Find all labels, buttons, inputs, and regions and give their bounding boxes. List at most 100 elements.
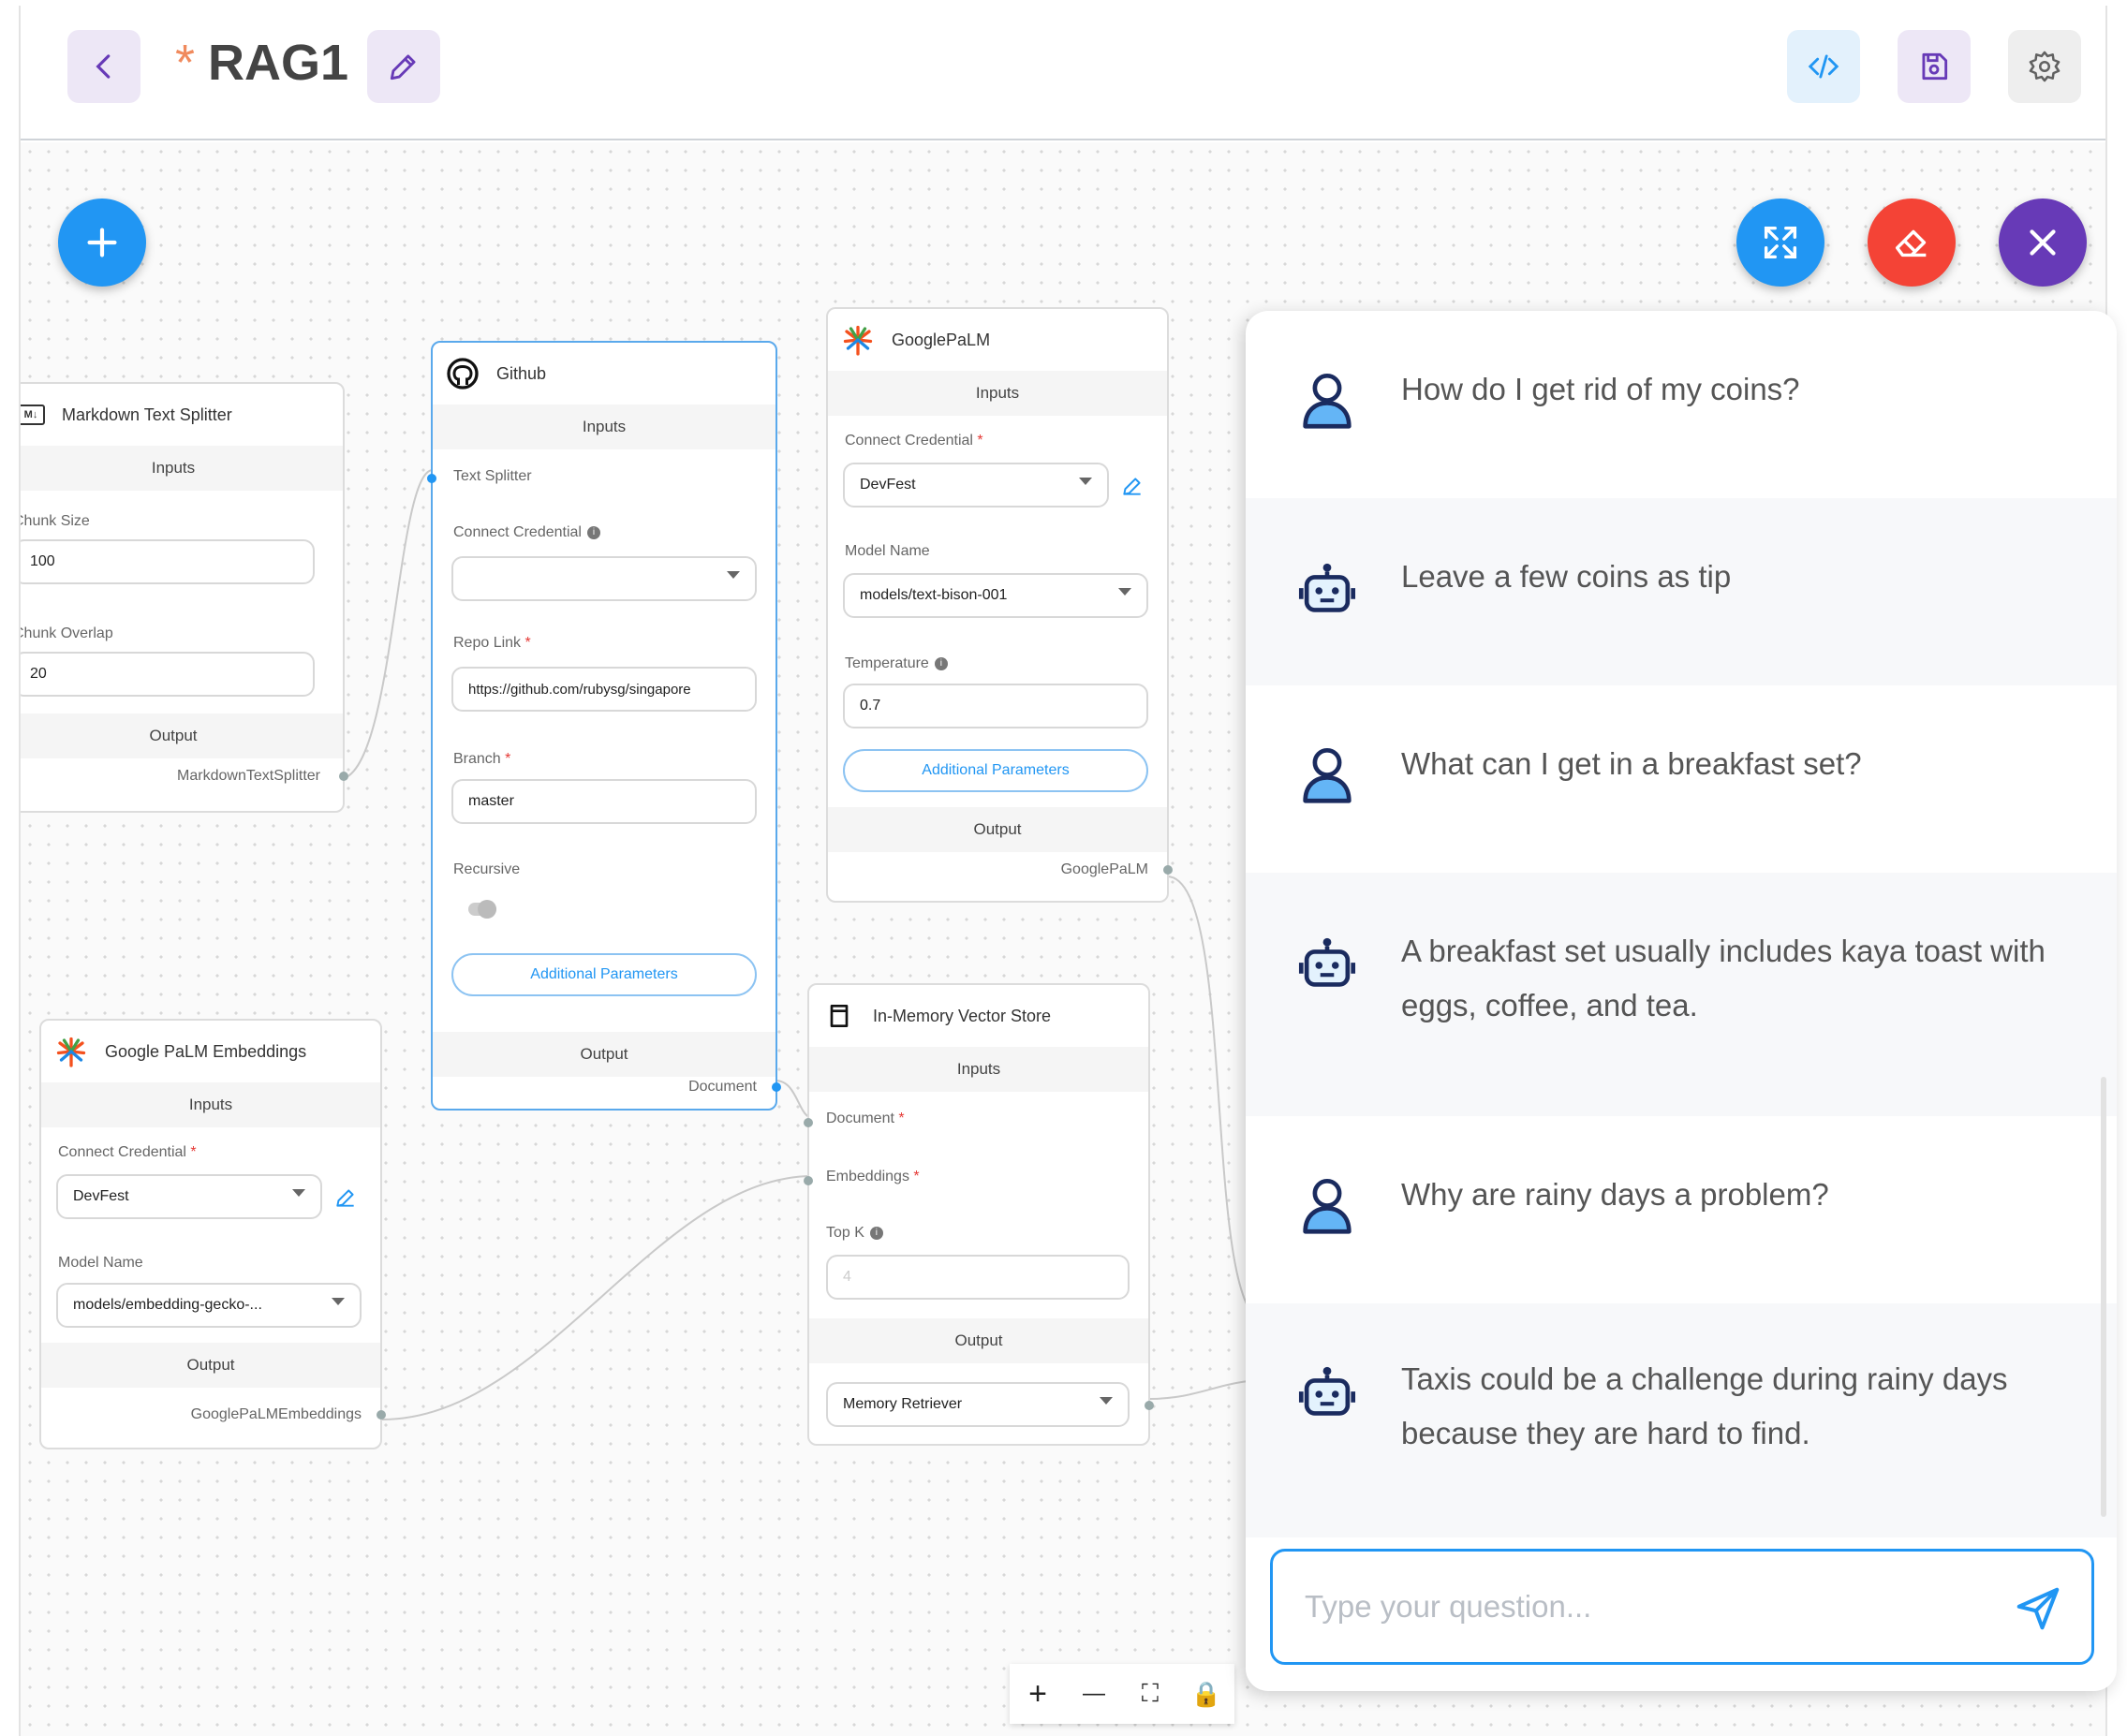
output-handle[interactable] — [772, 1082, 781, 1092]
output-label: MarkdownTextSplitter — [177, 768, 320, 784]
output-handle[interactable] — [339, 772, 348, 781]
back-button[interactable] — [67, 30, 140, 103]
chat-message-user: Why are rainy days a problem? — [1246, 1116, 2117, 1303]
model-name-select[interactable]: models/embedding-gecko-... — [56, 1283, 362, 1328]
node-header: GooglePaLM — [828, 309, 1167, 371]
fit-view-button[interactable]: ⛶ — [1129, 1679, 1172, 1709]
connect-credential-label: Connect Credential * — [845, 433, 983, 449]
connect-credential-select[interactable]: DevFest — [56, 1174, 322, 1219]
recursive-label: Recursive — [453, 861, 521, 877]
clear-chat-button[interactable] — [1868, 199, 1956, 287]
repo-link-input[interactable]: https://github.com/rubysg/singapore — [451, 667, 757, 712]
add-node-button[interactable] — [58, 199, 146, 287]
palm-icon — [54, 1035, 88, 1068]
chunk-overlap-input[interactable]: 20 — [21, 652, 315, 697]
top-k-input[interactable]: 4 — [826, 1255, 1130, 1300]
output-band: Output — [809, 1318, 1148, 1363]
chat-message-user: How do I get rid of my coins? — [1246, 311, 2117, 498]
node-header: Github — [433, 343, 775, 405]
inputs-band: Inputs — [828, 371, 1167, 416]
robot-avatar-icon — [1298, 937, 1356, 987]
chat-input-placeholder: Type your question... — [1305, 1589, 1592, 1624]
chat-message-user: What can I get in a breakfast set? — [1246, 685, 2117, 873]
edit-credential-button[interactable] — [333, 1185, 358, 1210]
text-splitter-handle[interactable] — [427, 474, 436, 483]
save-icon — [1922, 52, 1948, 81]
unsaved-marker: * — [175, 35, 196, 91]
flow-name: RAG1 — [208, 35, 349, 91]
inputs-band: Inputs — [433, 405, 775, 449]
connect-credential-select[interactable]: DevFest — [843, 463, 1109, 508]
info-icon: i — [934, 656, 948, 670]
output-handle[interactable] — [377, 1410, 386, 1420]
info-icon: i — [869, 1226, 883, 1240]
additional-parameters-button[interactable]: Additional Parameters — [843, 749, 1148, 792]
node-markdown-text-splitter[interactable]: M↓ Markdown Text Splitter Inputs Chunk S… — [21, 382, 348, 813]
code-icon — [1808, 54, 1839, 79]
palm-icon — [841, 323, 875, 357]
save-button[interactable] — [1898, 30, 1971, 103]
node-googlepalm[interactable]: GooglePaLM Inputs Connect Credential * D… — [826, 307, 1173, 903]
edit-title-button[interactable] — [367, 30, 440, 103]
output-band: Output — [828, 807, 1167, 852]
zoom-out-button[interactable]: — — [1072, 1681, 1115, 1707]
connect-credential-label: Connect Credential * — [58, 1144, 197, 1160]
top-k-label: Top Ki — [826, 1225, 883, 1242]
message-text: Leave a few coins as tip — [1401, 559, 1732, 594]
inputs-band: Inputs — [41, 1082, 380, 1127]
chevron-down-icon — [1118, 588, 1131, 596]
message-text: Why are rainy days a problem? — [1401, 1177, 1829, 1212]
document-label: Document * — [826, 1111, 905, 1126]
chat-message-bot: Leave a few coins as tip — [1246, 498, 2117, 685]
output-handle[interactable] — [1163, 865, 1173, 875]
node-google-palm-embeddings[interactable]: Google PaLM Embeddings Inputs Connect Cr… — [39, 1019, 386, 1449]
model-name-select[interactable]: models/text-bison-001 — [843, 573, 1148, 618]
connect-credential-label: Connect Credential i — [453, 524, 600, 541]
output-select[interactable]: Memory Retriever — [826, 1382, 1130, 1427]
inputs-band: Inputs — [21, 446, 343, 491]
output-label: GooglePaLMEmbeddings — [190, 1406, 362, 1422]
temperature-value: 0.7 — [860, 698, 881, 714]
connect-credential-value: DevFest — [860, 477, 916, 493]
flow-title: * RAG1 — [175, 34, 348, 92]
branch-input[interactable]: master — [451, 779, 757, 824]
connect-credential-select[interactable] — [451, 556, 757, 601]
lock-button[interactable]: 🔒 — [1185, 1680, 1228, 1709]
output-band: Output — [433, 1032, 775, 1077]
edit-credential-button[interactable] — [1120, 474, 1145, 498]
embeddings-handle[interactable] — [804, 1176, 813, 1185]
close-chat-button[interactable] — [1999, 199, 2087, 287]
zoom-in-button[interactable]: + — [1016, 1676, 1059, 1713]
edge-embeddings-vectorstore — [381, 1175, 814, 1420]
chunk-overlap-label: Chunk Overlap — [21, 625, 113, 641]
chunk-size-input[interactable]: 100 — [21, 539, 315, 584]
node-title: In-Memory Vector Store — [873, 1006, 1052, 1025]
node-github[interactable]: Github Inputs Text Splitter Connect Cred… — [427, 341, 781, 1111]
document-handle[interactable] — [804, 1118, 813, 1127]
node-title: GooglePaLM — [892, 330, 991, 349]
send-icon[interactable] — [2013, 1583, 2063, 1634]
chat-question-input[interactable]: Type your question... — [1270, 1549, 2094, 1665]
chevron-left-icon — [96, 54, 111, 79]
expand-chat-button[interactable] — [1736, 199, 1824, 287]
settings-button[interactable] — [2008, 30, 2081, 103]
connect-credential-value: DevFest — [73, 1188, 129, 1204]
model-name-label: Model Name — [845, 543, 930, 559]
message-text: A breakfast set usually includes kaya to… — [1401, 934, 2046, 1022]
output-band: Output — [21, 714, 343, 758]
output-label: GooglePaLM — [1060, 861, 1148, 877]
node-in-memory-vector-store[interactable]: In-Memory Vector Store Inputs Document *… — [804, 983, 1154, 1446]
output-handle[interactable] — [1145, 1401, 1154, 1410]
edit-icon — [1123, 478, 1141, 495]
chunk-overlap-value: 20 — [30, 666, 47, 682]
edge-splitter-github — [338, 469, 434, 780]
chevron-down-icon — [1079, 478, 1092, 485]
embeddings-label: Embeddings * — [826, 1169, 920, 1184]
model-name-label: Model Name — [58, 1255, 143, 1271]
code-embed-button[interactable] — [1787, 30, 1860, 103]
chat-scrollbar[interactable] — [2101, 1077, 2106, 1517]
additional-parameters-button[interactable]: Additional Parameters — [451, 953, 757, 996]
temperature-input[interactable]: 0.7 — [843, 684, 1148, 728]
recursive-toggle[interactable] — [468, 900, 496, 919]
chat-message-bot: A breakfast set usually includes kaya to… — [1246, 873, 2117, 1116]
